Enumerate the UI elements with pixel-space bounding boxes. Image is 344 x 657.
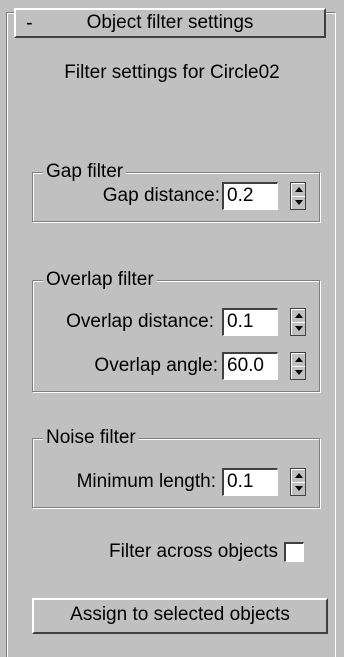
spinner-down-icon[interactable] bbox=[291, 366, 305, 379]
gap-distance-label: Gap distance: bbox=[102, 185, 220, 206]
spinner-up-icon[interactable] bbox=[291, 309, 305, 322]
overlap-distance-spinner[interactable] bbox=[290, 308, 306, 336]
spinner-down-icon[interactable] bbox=[291, 196, 305, 209]
gap-distance-spinner[interactable] bbox=[290, 182, 306, 210]
overlap-filter-legend: Overlap filter bbox=[43, 269, 157, 291]
minimum-length-input[interactable]: 0.1 bbox=[222, 468, 278, 496]
spinner-up-icon[interactable] bbox=[291, 183, 305, 196]
spinner-up-icon[interactable] bbox=[291, 469, 305, 482]
spinner-down-icon[interactable] bbox=[291, 322, 305, 335]
rollout-title: Object filter settings bbox=[86, 12, 254, 33]
filter-across-objects-checkbox[interactable] bbox=[284, 542, 304, 562]
overlap-distance-label: Overlap distance: bbox=[66, 311, 214, 332]
gap-distance-input[interactable]: 0.2 bbox=[222, 182, 278, 210]
gap-filter-legend: Gap filter bbox=[43, 161, 127, 183]
minimum-length-label: Minimum length: bbox=[76, 471, 216, 492]
overlap-distance-input[interactable]: 0.1 bbox=[222, 308, 278, 336]
filter-settings-subtitle: Filter settings for Circle02 bbox=[64, 62, 280, 83]
overlap-angle-input[interactable]: 60.0 bbox=[222, 352, 278, 380]
overlap-angle-label: Overlap angle: bbox=[94, 355, 218, 376]
rollout-header[interactable]: - Object filter settings bbox=[14, 8, 326, 38]
spinner-up-icon[interactable] bbox=[291, 353, 305, 366]
assign-to-selected-objects-button[interactable]: Assign to selected objects bbox=[32, 598, 328, 634]
overlap-angle-spinner[interactable] bbox=[290, 352, 306, 380]
filter-across-objects-label: Filter across objects bbox=[109, 541, 278, 562]
minimum-length-spinner[interactable] bbox=[290, 468, 306, 496]
noise-filter-legend: Noise filter bbox=[43, 427, 139, 449]
spinner-down-icon[interactable] bbox=[291, 482, 305, 495]
